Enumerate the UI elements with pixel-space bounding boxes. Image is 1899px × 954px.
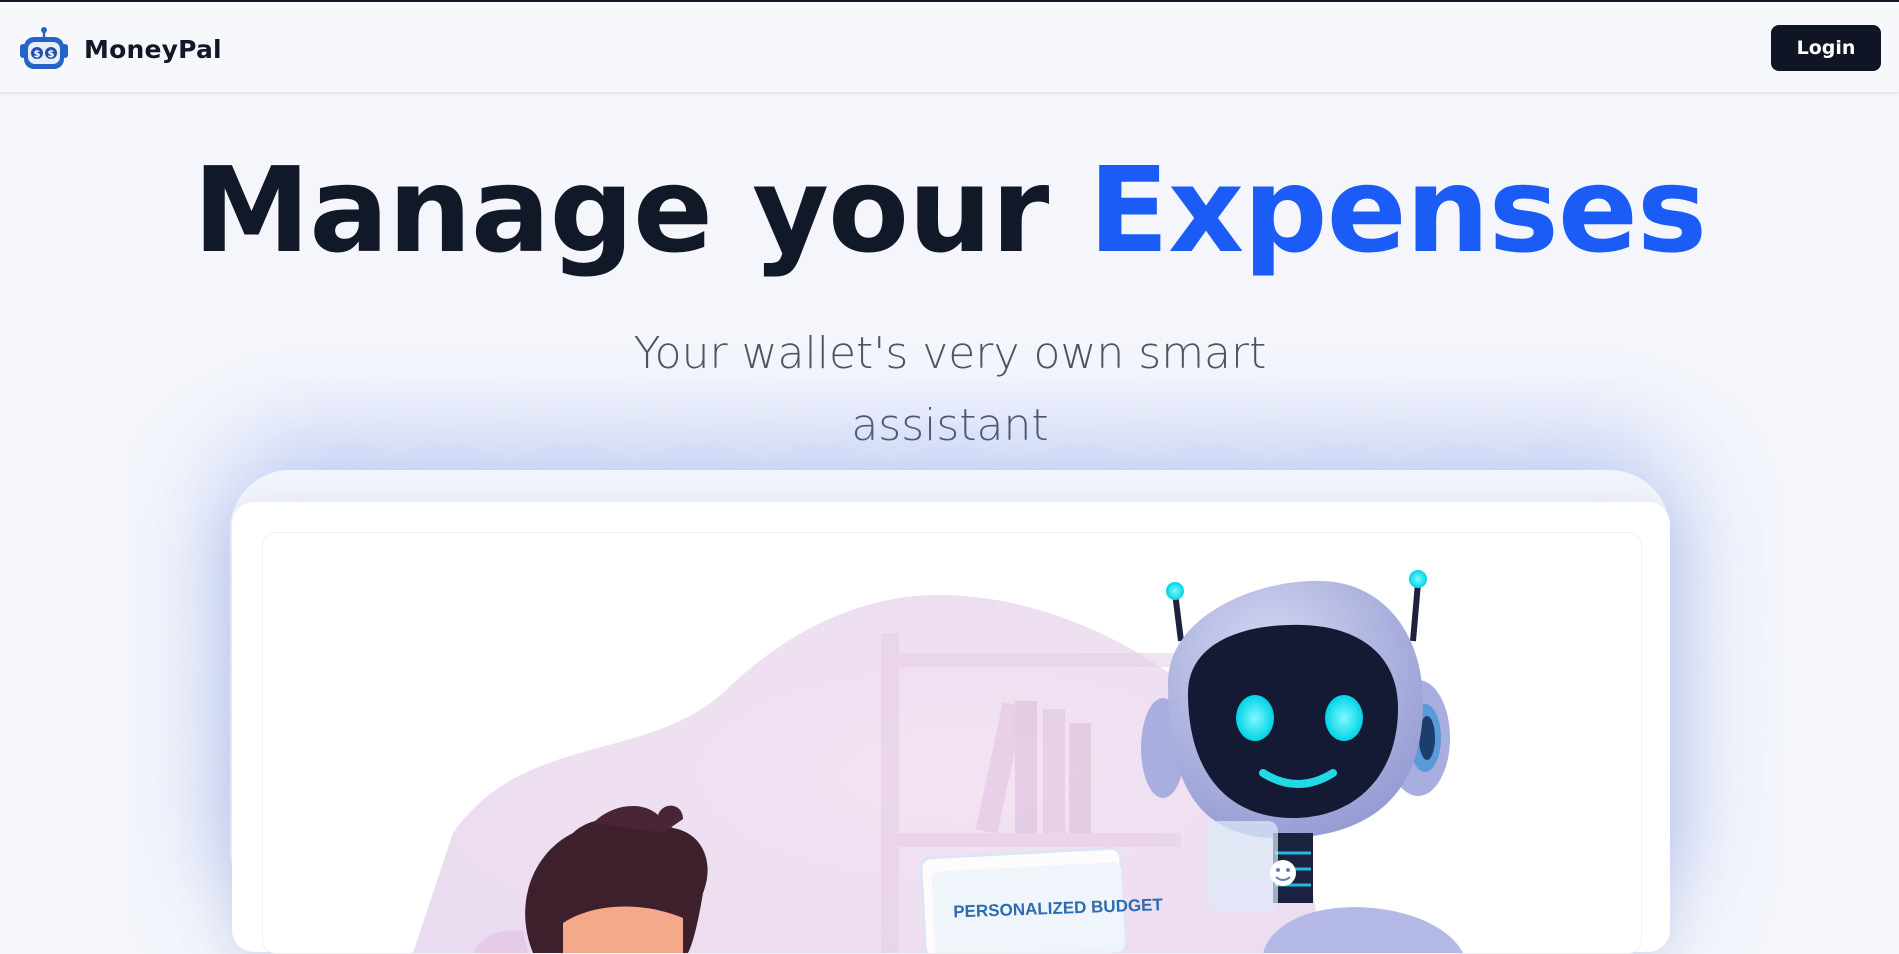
hero-title-accent: Expenses bbox=[1088, 141, 1707, 279]
hero-subtitle: Your wallet's very own smart assistant bbox=[633, 328, 1267, 451]
illustration-frame: PERSONALIZED BUDGET bbox=[262, 532, 1642, 954]
hero-title-main: Manage your bbox=[192, 141, 1089, 279]
navbar: $ $ MoneyPal Login bbox=[0, 2, 1899, 93]
brand-name: MoneyPal bbox=[84, 34, 222, 64]
hero-title: Manage your Expenses bbox=[0, 140, 1899, 280]
svg-text:$: $ bbox=[48, 49, 55, 60]
login-button[interactable]: Login bbox=[1771, 25, 1881, 71]
hero-illustration: PERSONALIZED BUDGET bbox=[413, 570, 1463, 953]
brand[interactable]: $ $ MoneyPal bbox=[18, 24, 222, 74]
svg-text:$: $ bbox=[34, 49, 41, 60]
robot-wallet-icon: $ $ bbox=[20, 27, 68, 69]
